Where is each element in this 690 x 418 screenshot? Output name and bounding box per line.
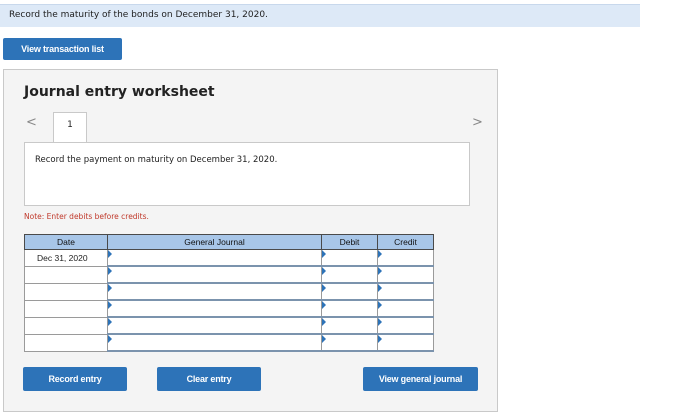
date-header: Date <box>24 234 108 250</box>
debit-credit-note: Note: Enter debits before credits. <box>24 212 149 221</box>
view-transaction-list-button[interactable]: View transaction list <box>3 38 122 60</box>
dropdown-icon <box>322 335 326 343</box>
chevron-left-icon[interactable]: < <box>26 116 37 129</box>
table-row: Dec 31, 2020 <box>24 249 434 267</box>
debit-header: Debit <box>321 234 378 250</box>
journal-entry-worksheet: Journal entry worksheet < 1 > Record the… <box>3 69 498 412</box>
credit-header: Credit <box>377 234 434 250</box>
credit-input[interactable] <box>377 299 434 318</box>
dropdown-icon <box>322 301 326 309</box>
date-cell[interactable] <box>24 333 108 352</box>
date-cell[interactable] <box>24 282 108 301</box>
dropdown-icon <box>378 318 382 326</box>
dropdown-icon <box>108 284 112 292</box>
debit-input[interactable] <box>321 249 378 267</box>
dropdown-icon <box>322 284 326 292</box>
credit-input[interactable] <box>377 249 434 267</box>
dropdown-icon <box>108 335 112 343</box>
date-cell[interactable]: Dec 31, 2020 <box>24 249 108 267</box>
transaction-description-box: Record the payment on maturity on Decemb… <box>24 142 470 206</box>
debit-input[interactable] <box>321 265 378 284</box>
account-select[interactable] <box>107 282 322 301</box>
dropdown-icon <box>378 267 382 275</box>
dropdown-icon <box>108 301 112 309</box>
worksheet-title: Journal entry worksheet <box>24 84 215 100</box>
dropdown-icon <box>322 250 326 258</box>
clear-entry-button[interactable]: Clear entry <box>157 367 261 391</box>
table-row <box>24 265 434 284</box>
account-select[interactable] <box>107 316 322 335</box>
table-row <box>24 299 434 318</box>
dropdown-icon <box>322 318 326 326</box>
debit-input[interactable] <box>321 333 378 352</box>
instruction-bar: Record the maturity of the bonds on Dece… <box>0 4 640 27</box>
dropdown-icon <box>378 250 382 258</box>
journal-table: Date General Journal Debit Credit Dec 31… <box>24 234 434 352</box>
dropdown-icon <box>378 301 382 309</box>
date-cell[interactable] <box>24 265 108 284</box>
credit-input[interactable] <box>377 316 434 335</box>
credit-input[interactable] <box>377 282 434 301</box>
tab-1[interactable]: 1 <box>53 112 87 142</box>
record-entry-button[interactable]: Record entry <box>23 367 127 391</box>
general-journal-header: General Journal <box>107 234 322 250</box>
chevron-right-icon[interactable]: > <box>472 116 483 129</box>
debit-input[interactable] <box>321 316 378 335</box>
dropdown-icon <box>378 335 382 343</box>
dropdown-icon <box>108 267 112 275</box>
transaction-description: Record the payment on maturity on Decemb… <box>35 155 278 165</box>
dropdown-icon <box>322 267 326 275</box>
credit-input[interactable] <box>377 265 434 284</box>
table-row <box>24 316 434 335</box>
debit-input[interactable] <box>321 299 378 318</box>
dropdown-icon <box>108 250 112 258</box>
dropdown-icon <box>108 318 112 326</box>
account-select[interactable] <box>107 249 322 267</box>
account-select[interactable] <box>107 333 322 352</box>
table-row <box>24 333 434 352</box>
date-cell[interactable] <box>24 299 108 318</box>
journal-header-row: Date General Journal Debit Credit <box>24 234 434 250</box>
dropdown-icon <box>378 284 382 292</box>
instruction-text: Record the maturity of the bonds on Dece… <box>9 10 268 20</box>
table-row <box>24 282 434 301</box>
account-select[interactable] <box>107 299 322 318</box>
date-cell[interactable] <box>24 316 108 335</box>
view-general-journal-button[interactable]: View general journal <box>363 367 478 391</box>
credit-input[interactable] <box>377 333 434 352</box>
debit-input[interactable] <box>321 282 378 301</box>
account-select[interactable] <box>107 265 322 284</box>
